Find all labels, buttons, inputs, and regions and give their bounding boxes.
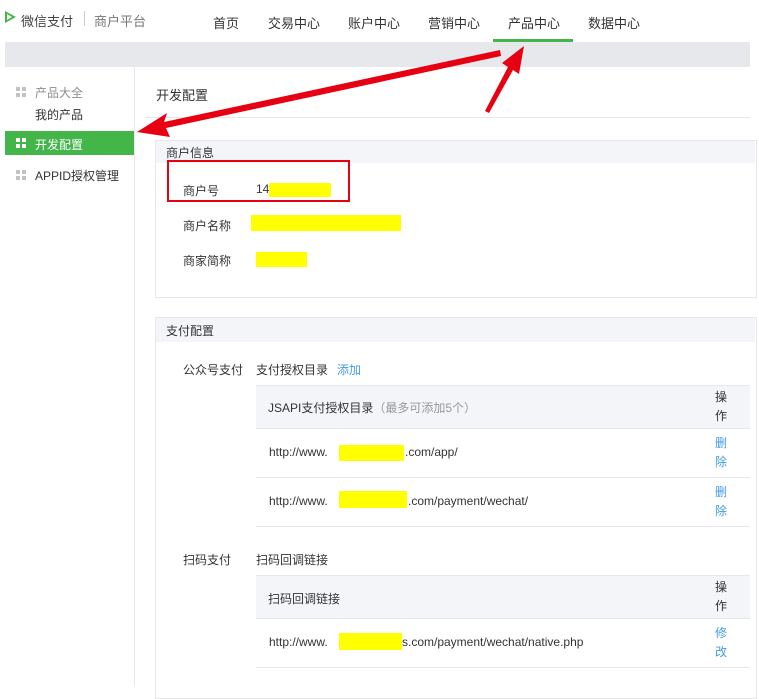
annotation-arrow-to-sidebar — [137, 50, 501, 137]
annotation-arrows — [137, 46, 524, 137]
